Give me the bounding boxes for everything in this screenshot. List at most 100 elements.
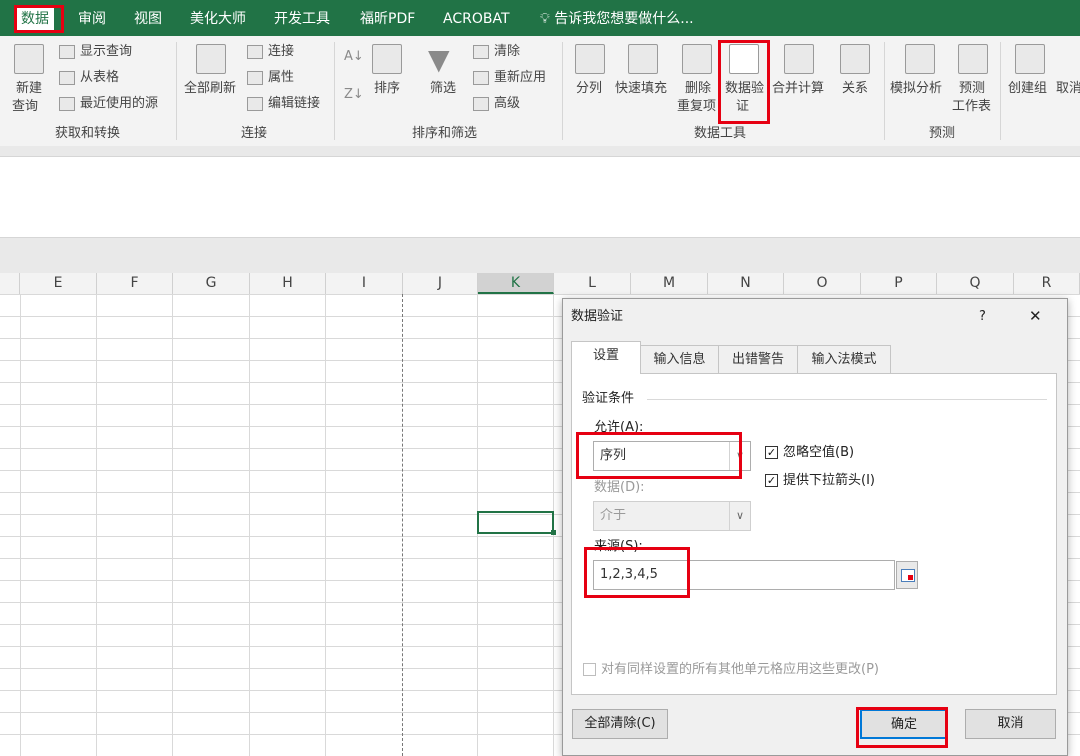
highlight-allow xyxy=(576,432,742,479)
column-header[interactable]: Q xyxy=(937,273,1014,294)
apply-all-label: 对有同样设置的所有其他单元格应用这些更改(P) xyxy=(601,662,879,677)
connections-button[interactable]: 连接 xyxy=(268,43,294,61)
column-header[interactable]: O xyxy=(784,273,861,294)
grid-line xyxy=(249,294,250,756)
ignore-blank-label: 忽略空值(B) xyxy=(783,445,855,460)
column-header[interactable]: J xyxy=(403,273,478,294)
clear-filter-icon xyxy=(473,45,489,59)
tab-review[interactable]: 审阅 xyxy=(78,0,106,36)
tell-me-text: 告诉我您想要做什么... xyxy=(554,11,694,27)
column-headers: E F G H I J K L M N O P Q R xyxy=(0,273,1080,295)
group-get-transform: 获取和转换 xyxy=(55,126,121,141)
highlight-data-tab xyxy=(14,5,64,33)
from-table-icon xyxy=(59,71,75,85)
page-break-line xyxy=(402,294,403,756)
tab-view[interactable]: 视图 xyxy=(134,0,162,36)
tab-acrobat[interactable]: ACROBAT xyxy=(443,0,510,36)
reapply-button[interactable]: 重新应用 xyxy=(494,69,546,87)
edit-links-button[interactable]: 编辑链接 xyxy=(268,95,320,113)
properties-icon xyxy=(247,71,263,85)
tab-beautify[interactable]: 美化大师 xyxy=(190,0,246,36)
range-picker-icon[interactable] xyxy=(896,561,918,589)
column-header[interactable]: F xyxy=(97,273,173,294)
consolidate-button[interactable]: 合并计算 xyxy=(772,80,824,98)
data-value: 介于 xyxy=(600,508,627,523)
clear-button[interactable]: 清除 xyxy=(494,43,520,61)
forecast-sheet-button[interactable]: 预测 xyxy=(959,80,985,98)
remove-duplicates-button[interactable]: 删除 xyxy=(685,80,711,98)
create-group-button[interactable]: 创建组 xyxy=(1008,80,1047,98)
ribbon-separator xyxy=(176,42,177,140)
connections-icon xyxy=(247,45,263,59)
column-header[interactable]: I xyxy=(326,273,403,294)
group-sort-filter: 排序和筛选 xyxy=(412,126,478,141)
properties-button[interactable]: 属性 xyxy=(268,69,294,87)
data-select: 介于 ∨ xyxy=(593,501,751,531)
range-picker-dot xyxy=(908,575,913,580)
edit-links-icon xyxy=(247,97,263,111)
ribbon-bottom-strip xyxy=(0,146,1080,157)
chevron-down-icon: ∨ xyxy=(729,502,750,530)
menu-bar: 数据 审阅 视图 美化大师 开发工具 福昕PDF ACROBAT 💡︎ 告诉我您… xyxy=(0,0,1080,36)
refresh-all-button[interactable]: 全部刷新 xyxy=(184,80,236,98)
formula-bar-area[interactable] xyxy=(0,157,1080,237)
column-header[interactable]: P xyxy=(861,273,937,294)
dropdown-arrow-checkbox[interactable]: ✓ xyxy=(765,474,778,487)
ignore-blank-checkbox[interactable]: ✓ xyxy=(765,446,778,459)
group-forecast: 预测 xyxy=(929,126,956,141)
tab-foxit-pdf[interactable]: 福昕PDF xyxy=(360,0,415,36)
column-header[interactable]: R xyxy=(1014,273,1080,294)
ribbon-separator xyxy=(1000,42,1001,140)
selected-cell[interactable] xyxy=(477,511,554,534)
cancel-button[interactable]: 取消 xyxy=(965,709,1056,739)
ribbon-separator xyxy=(884,42,885,140)
tab-developer[interactable]: 开发工具 xyxy=(274,0,330,36)
relationships-button[interactable]: 关系 xyxy=(842,80,868,98)
from-table-button[interactable]: 从表格 xyxy=(80,69,119,87)
column-header[interactable]: G xyxy=(173,273,250,294)
reapply-icon xyxy=(473,71,489,85)
remove-duplicates-icon xyxy=(682,44,712,74)
text-to-columns-icon xyxy=(575,44,605,74)
forecast-sheet-icon xyxy=(958,44,988,74)
advanced-button[interactable]: 高级 xyxy=(494,95,520,113)
sort-button[interactable]: 排序 xyxy=(374,80,400,98)
show-queries-button[interactable]: 显示查询 xyxy=(80,43,132,61)
what-if-button[interactable]: 模拟分析 xyxy=(890,80,942,98)
sort-az-icon[interactable]: A↓ xyxy=(344,48,364,66)
column-header[interactable]: E xyxy=(20,273,97,294)
fill-handle[interactable] xyxy=(551,530,556,535)
column-header[interactable]: M xyxy=(631,273,708,294)
tab-error-alert[interactable]: 出错警告 xyxy=(718,345,798,373)
data-validation-dialog: 数据验证 ? ✕ 设置 输入信息 出错警告 输入法模式 验证条件 允许(A): … xyxy=(562,298,1068,756)
dropdown-arrow-label: 提供下拉箭头(I) xyxy=(783,473,875,488)
clear-all-button[interactable]: 全部清除(C) xyxy=(572,709,668,739)
sort-za-icon[interactable]: Z↓ xyxy=(344,86,364,104)
column-header[interactable]: H xyxy=(250,273,326,294)
highlight-data-validation xyxy=(718,40,770,124)
filter-button[interactable]: 筛选 xyxy=(430,80,456,98)
apply-all-checkbox[interactable] xyxy=(583,663,596,676)
column-header-selected[interactable]: K xyxy=(478,273,554,294)
what-if-icon xyxy=(905,44,935,74)
grid-line xyxy=(96,294,97,756)
tab-ime-mode[interactable]: 输入法模式 xyxy=(797,345,891,373)
grid-line xyxy=(20,294,21,756)
column-header[interactable]: N xyxy=(708,273,784,294)
recent-sources-button[interactable]: 最近使用的源 xyxy=(80,95,158,113)
grid-line xyxy=(172,294,173,756)
column-header[interactable]: L xyxy=(554,273,631,294)
filter-icon: ▼ xyxy=(428,43,450,76)
ungroup-button[interactable]: 取消 xyxy=(1056,80,1080,98)
forecast-sheet-label2: 工作表 xyxy=(952,99,992,114)
help-button[interactable]: ? xyxy=(979,309,986,325)
flash-fill-button[interactable]: 快速填充 xyxy=(615,80,667,98)
tab-settings[interactable]: 设置 xyxy=(571,341,641,374)
close-icon[interactable]: ✕ xyxy=(1029,308,1042,324)
text-to-columns-button[interactable]: 分列 xyxy=(576,80,602,98)
group-icon xyxy=(1015,44,1045,74)
tab-input-message[interactable]: 输入信息 xyxy=(640,345,719,373)
dialog-title: 数据验证 xyxy=(571,309,624,324)
tell-me-box[interactable]: 💡︎ 告诉我您想要做什么... xyxy=(540,0,694,36)
section-divider xyxy=(647,399,1047,400)
